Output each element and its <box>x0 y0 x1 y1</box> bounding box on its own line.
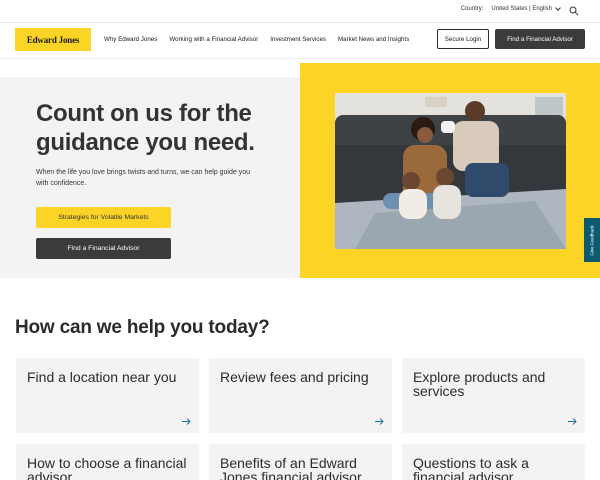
nav-link-why-edward-jones[interactable]: Why Edward Jones <box>104 36 157 43</box>
card-benefits[interactable]: Benefits of an Edward Jones financial ad… <box>209 444 392 480</box>
card-find-location[interactable]: Find a location near you <box>16 358 199 433</box>
arrow-right-icon <box>182 418 191 425</box>
hero-subtitle: When the life you love brings twists and… <box>36 169 251 187</box>
card-label: Benefits of an Edward Jones financial ad… <box>220 455 362 480</box>
strategies-button[interactable]: Strategies for Volatile Markets <box>36 207 171 228</box>
divider <box>0 58 600 59</box>
hero-title: Count on us for the guidance you need. <box>36 100 255 156</box>
nav-link-working-with-advisor[interactable]: Working with a Financial Advisor <box>169 36 258 43</box>
country-label: Country: <box>460 6 484 12</box>
feedback-label: Give Feedback <box>589 224 595 256</box>
family-photo <box>335 93 566 249</box>
arrow-right-icon <box>375 418 384 425</box>
nav-links: Why Edward Jones Working with a Financia… <box>104 36 409 43</box>
main-nav: Edward Jones Why Edward Jones Working wi… <box>0 23 600 58</box>
hero: Count on us for the guidance you need. W… <box>0 63 600 278</box>
card-label: Questions to ask a financial advisor <box>413 455 529 480</box>
card-explore-products[interactable]: Explore products and services <box>402 358 585 433</box>
hero-panel: Count on us for the guidance you need. W… <box>0 77 300 278</box>
nav-link-market-news[interactable]: Market News and Insights <box>338 36 409 43</box>
card-label: Explore products and services <box>413 369 546 399</box>
nav-link-investment-services[interactable]: Investment Services <box>270 36 326 43</box>
secure-login-button[interactable]: Secure Login <box>437 29 489 49</box>
card-label: How to choose a financial advisor <box>27 455 187 480</box>
country-value[interactable]: United States | English <box>491 6 552 12</box>
card-label: Review fees and pricing <box>220 369 369 385</box>
utility-bar: Country: United States | English <box>0 0 600 22</box>
find-advisor-nav-button[interactable]: Find a Financial Advisor <box>495 29 585 49</box>
find-advisor-hero-button[interactable]: Find a Financial Advisor <box>36 238 171 259</box>
card-how-to-choose[interactable]: How to choose a financial advisor <box>16 444 199 480</box>
card-questions[interactable]: Questions to ask a financial advisor <box>402 444 585 480</box>
logo[interactable]: Edward Jones <box>15 28 91 51</box>
give-feedback-tab[interactable]: Give Feedback <box>584 218 600 262</box>
help-section-title: How can we help you today? <box>15 317 270 338</box>
arrow-right-icon <box>568 418 577 425</box>
country-selector[interactable]: Country: United States | English <box>460 5 561 12</box>
chevron-down-icon <box>555 5 561 11</box>
card-label: Find a location near you <box>27 369 177 385</box>
search-icon[interactable] <box>569 6 579 16</box>
card-review-fees[interactable]: Review fees and pricing <box>209 358 392 433</box>
